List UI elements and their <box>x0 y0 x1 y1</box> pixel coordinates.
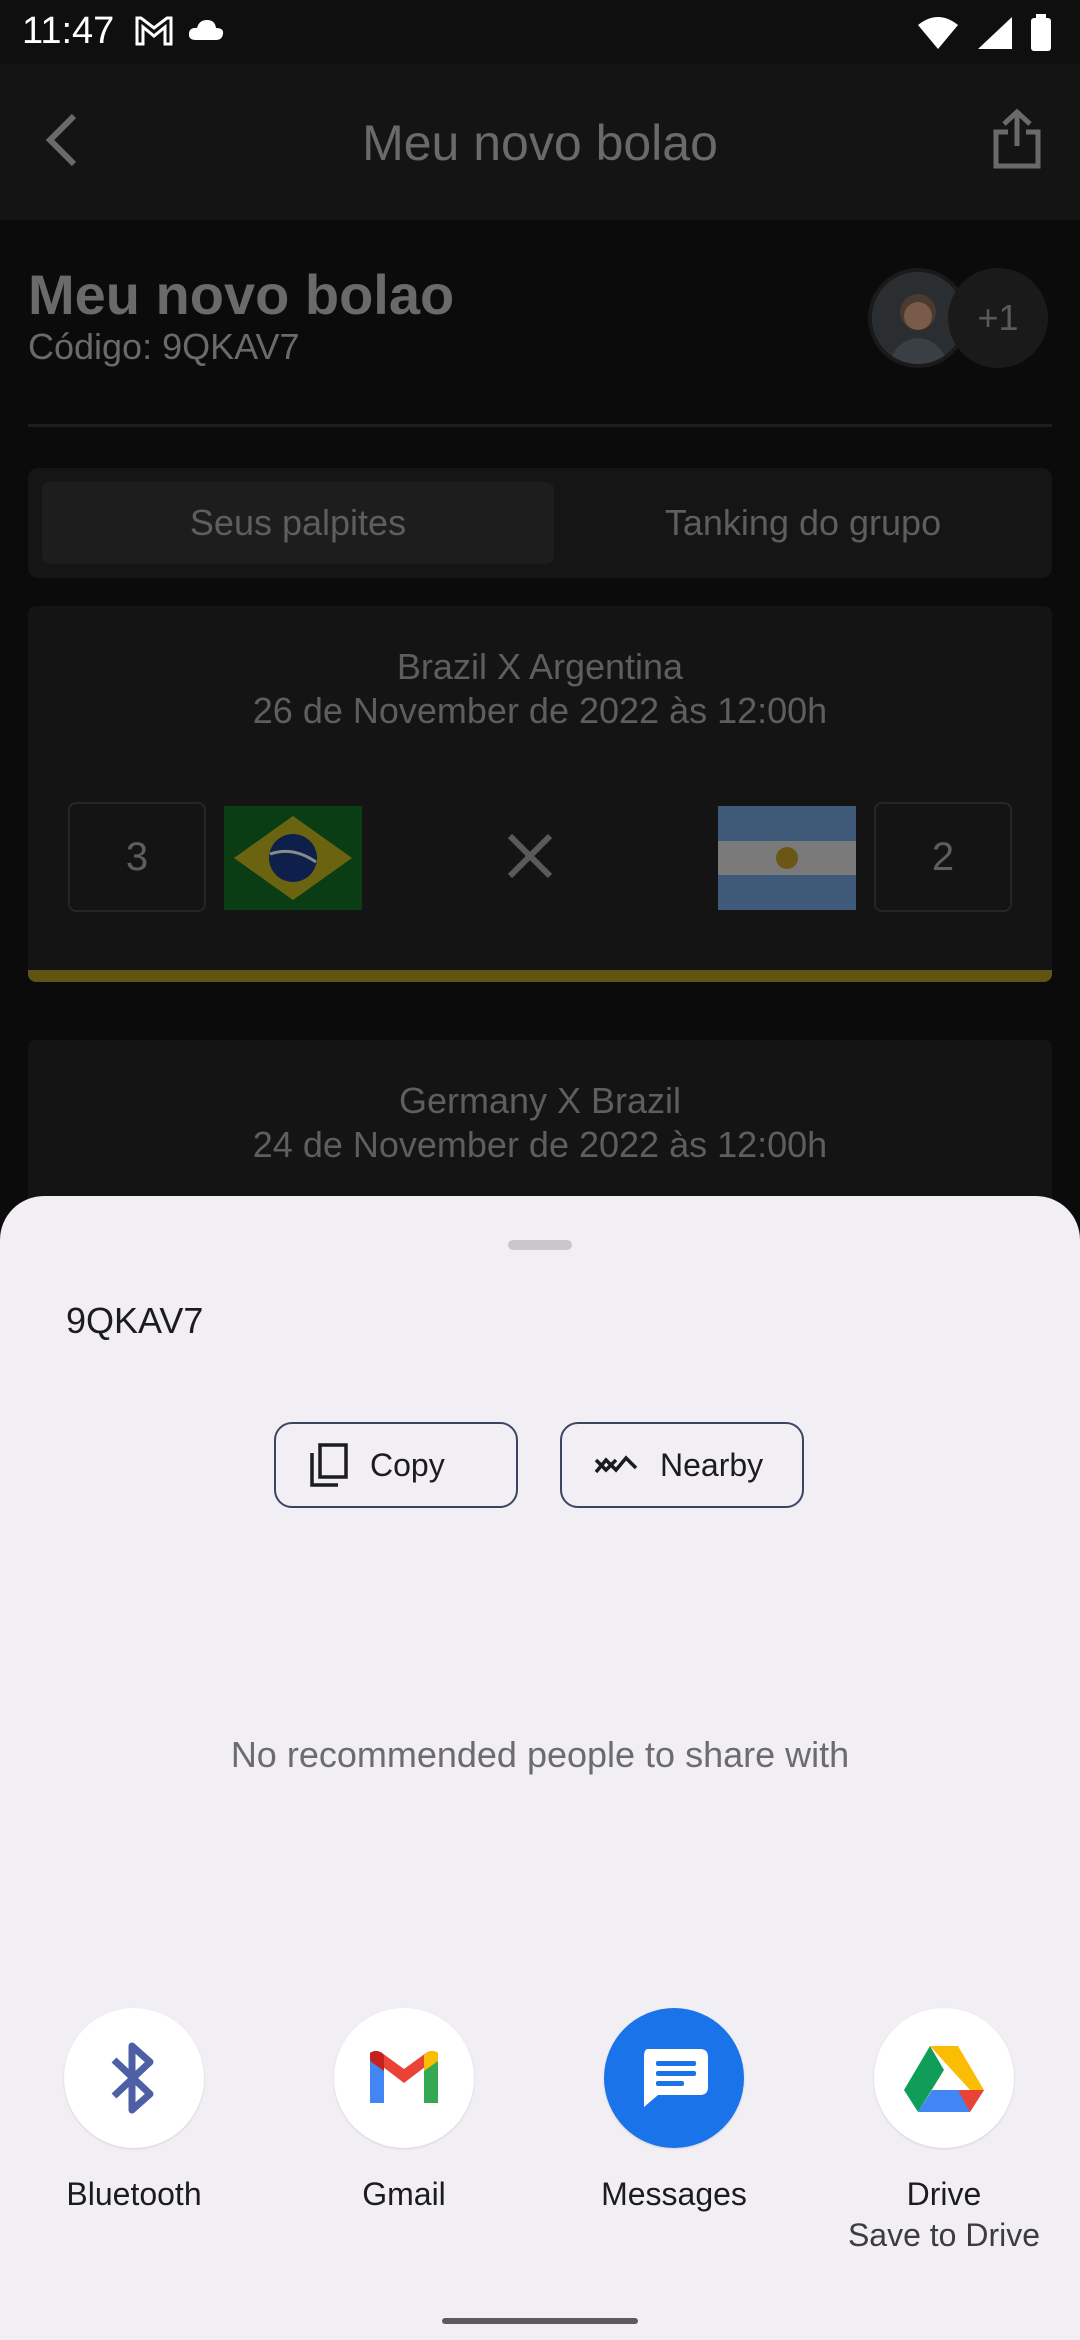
away-score-input[interactable]: 2 <box>874 802 1012 912</box>
share-target-gmail[interactable]: Gmail <box>304 2008 504 2213</box>
shared-text-preview: 9QKAV7 <box>66 1300 204 1341</box>
match-card: Brazil X Argentina 26 de November de 202… <box>28 606 1052 982</box>
share-target-label: Bluetooth <box>66 2176 202 2212</box>
pool-title: Meu novo bolao <box>28 263 455 326</box>
share-target-label: Messages <box>601 2176 747 2212</box>
messages-icon <box>604 2008 744 2148</box>
tab-seus-palpites[interactable]: Seus palpites <box>42 482 554 564</box>
share-target-label: Gmail <box>362 2176 446 2212</box>
card-accent-bar <box>28 970 1052 982</box>
gmail-notification-icon <box>135 16 173 46</box>
drive-icon <box>874 2008 1014 2148</box>
divider <box>28 424 1052 427</box>
share-target-bluetooth[interactable]: Bluetooth <box>34 2008 234 2213</box>
match-title: Brazil X Argentina <box>396 646 684 687</box>
home-score-input[interactable]: 3 <box>68 802 206 912</box>
status-bar: 11:47 <box>0 0 1080 64</box>
nearby-button[interactable]: Nearby <box>560 1422 804 1508</box>
battery-icon <box>1031 14 1051 51</box>
nearby-share-icon <box>594 1455 638 1474</box>
signal-icon <box>978 17 1012 49</box>
bluetooth-icon <box>64 2008 204 2148</box>
copy-button[interactable]: Copy <box>274 1422 518 1508</box>
copy-label: Copy <box>370 1446 445 1483</box>
share-target-sublabel: Save to Drive <box>847 2217 1041 2253</box>
match-date: 26 de November de 2022 às 12:00h <box>252 690 828 731</box>
cloud-icon <box>188 20 224 40</box>
tabs: Seus palpites Tanking do grupo <box>28 468 1052 578</box>
share-icon <box>993 108 1041 169</box>
app-bar: Meu novo bolao <box>0 64 1080 220</box>
share-target-drive[interactable]: Drive Save to Drive <box>844 2008 1044 2254</box>
app-title: Meu novo bolao <box>362 115 718 171</box>
gesture-nav-handle[interactable] <box>442 2318 638 2324</box>
brazil-flag-icon <box>224 806 362 910</box>
no-recommendations-message: No recommended people to share with <box>230 1734 850 1775</box>
notification-icons <box>134 14 226 48</box>
share-target-messages[interactable]: Messages <box>574 2008 774 2213</box>
match-title: Germany X Brazil <box>398 1080 682 1121</box>
nearby-label: Nearby <box>660 1446 764 1483</box>
share-target-label: Drive <box>906 2176 982 2212</box>
share-button[interactable] <box>982 104 1052 174</box>
system-icons <box>916 14 1052 52</box>
wifi-icon <box>918 17 958 49</box>
versus-x-icon <box>507 833 553 879</box>
tab-ranking[interactable]: Tanking do grupo <box>568 482 1038 564</box>
drag-handle[interactable] <box>508 1240 572 1250</box>
match-date: 24 de November de 2022 às 12:00h <box>252 1124 828 1165</box>
pool-code: Código: 9QKAV7 <box>28 326 300 367</box>
share-sheet: 9QKAV7 Copy Nearby No recommended people… <box>0 1196 1080 2340</box>
status-time: 11:47 <box>22 10 115 52</box>
copy-icon <box>310 1443 348 1487</box>
gmail-icon <box>334 2008 474 2148</box>
extra-members-badge[interactable]: +1 <box>948 268 1048 368</box>
argentina-flag-icon <box>718 806 856 910</box>
